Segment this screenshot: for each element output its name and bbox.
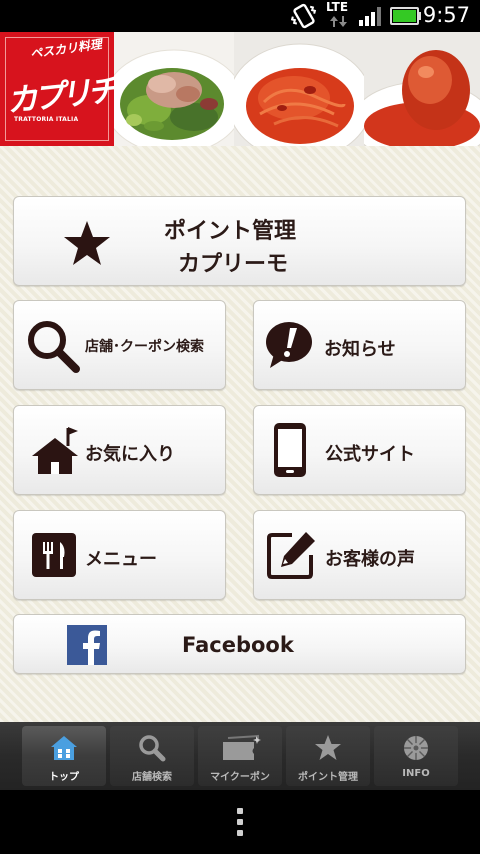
tab-top[interactable]: トップ [22, 726, 106, 786]
clock: 9:57 [422, 3, 470, 27]
fork-knife-icon [32, 533, 76, 577]
salad-photo [114, 32, 234, 146]
house-flag-icon [32, 427, 78, 474]
star-icon [64, 221, 110, 265]
points-title: ポイント管理 [164, 219, 297, 244]
edit-note-icon [267, 532, 315, 579]
spaghetti-tomato-photo [234, 32, 364, 146]
battery-icon [390, 7, 421, 25]
search-icon [139, 735, 166, 762]
food-menu-label: メニュー [85, 549, 157, 570]
store-coupon-search-button[interactable]: 店舗･クーポン検索 [13, 300, 226, 390]
official-site-button[interactable]: 公式サイト [253, 405, 466, 495]
tab-my-coupon-label: マイクーポン [210, 772, 270, 783]
tab-info[interactable]: INFO [374, 726, 458, 786]
main-menu: ポイント管理 カプリーモ 店舗･クーポン検索 お知らせ お気に入り 公式サイト … [0, 146, 480, 722]
tab-my-coupon[interactable]: マイクーポン [198, 726, 282, 786]
facebook-icon [67, 625, 107, 665]
exclamation-bubble-icon [266, 322, 312, 368]
tab-store-search-label: 店舗検索 [132, 772, 172, 783]
facebook-label: Facebook [182, 633, 294, 657]
smartphone-icon [274, 423, 306, 477]
star-icon [315, 735, 341, 760]
favorites-button[interactable]: お気に入り [13, 405, 226, 495]
tab-store-search[interactable]: 店舗検索 [110, 726, 194, 786]
gear-icon [404, 736, 428, 760]
system-nav-bar [0, 790, 480, 854]
overflow-menu-icon[interactable] [234, 804, 246, 840]
bottom-tab-bar: トップ 店舗検索 マイクーポン ポイント管理 INFO [0, 722, 480, 790]
tab-points-label: ポイント管理 [298, 772, 358, 783]
favorites-label: お気に入り [85, 444, 175, 465]
official-site-label: 公式サイト [325, 444, 415, 465]
news-button[interactable]: お知らせ [253, 300, 466, 390]
rice-ball-tomato-photo [364, 32, 480, 146]
signal-icon [359, 7, 381, 26]
tab-top-label: トップ [49, 772, 79, 783]
customer-feedback-button[interactable]: お客様の声 [253, 510, 466, 600]
news-label: お知らせ [324, 339, 396, 360]
logo: ペスカリ料理 カプリチョーザ TRATTORIA ITALIA [0, 32, 196, 146]
vibrate-icon [290, 3, 317, 29]
customer-feedback-label: お客様の声 [325, 549, 415, 570]
lte-data-icon: LTE [326, 0, 352, 30]
food-menu-button[interactable]: メニュー [13, 510, 226, 600]
facebook-button[interactable]: Facebook [13, 614, 466, 674]
tab-points[interactable]: ポイント管理 [286, 726, 370, 786]
search-icon [28, 321, 80, 373]
tab-info-label: INFO [402, 768, 430, 779]
header-banner: ペスカリ料理 カプリチョーザ TRATTORIA ITALIA [0, 32, 480, 146]
coupon-icon [223, 734, 261, 760]
status-bar: LTE 9:57 [0, 0, 480, 32]
home-icon [51, 736, 77, 760]
store-coupon-search-label: 店舗･クーポン検索 [85, 339, 204, 355]
points-button[interactable]: ポイント管理 カプリーモ [13, 196, 466, 286]
points-subtitle: カプリーモ [178, 252, 289, 277]
network-type: LTE [326, 0, 349, 14]
